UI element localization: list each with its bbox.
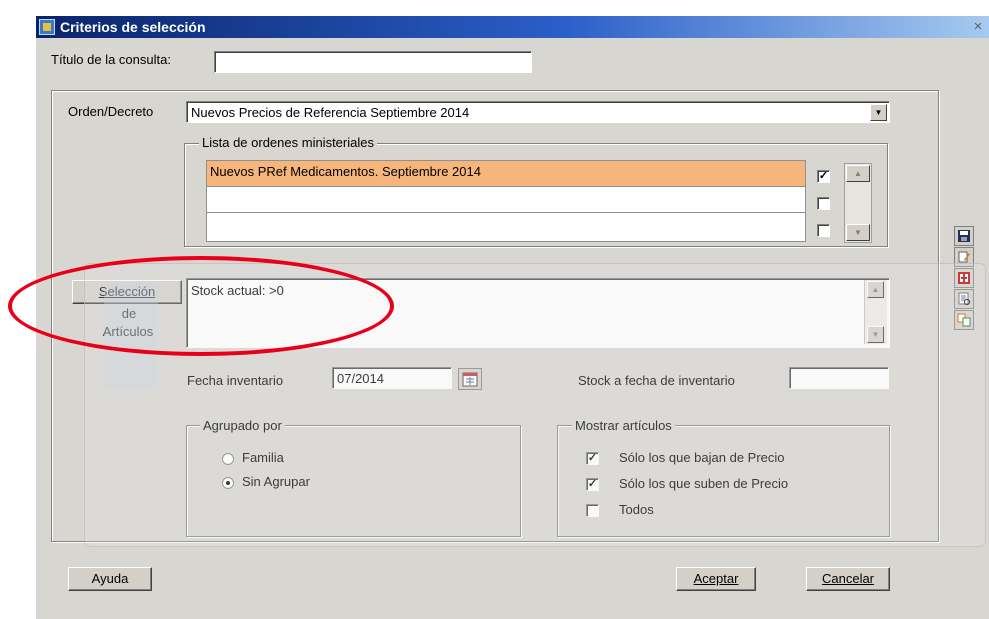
chevron-down-icon[interactable]: ▼ [870,104,887,121]
query-title-input[interactable] [214,51,532,73]
window-title: Criterios de selección [60,19,206,35]
orden-decreto-value: Nuevos Precios de Referencia Septiembre … [191,105,470,120]
orden-decreto-select[interactable]: Nuevos Precios de Referencia Septiembre … [186,101,890,123]
save-icon[interactable] [954,226,974,246]
help-button[interactable]: Ayuda [68,567,152,591]
accept-button[interactable]: Aceptar [676,567,756,591]
orden-row-checkbox-2[interactable] [817,197,830,210]
ordenes-scrollbar[interactable]: ▲ ▼ [844,163,872,243]
orden-row-checkbox-3[interactable] [817,224,830,237]
window-titlebar: Criterios de selección [36,16,989,38]
ordenes-group-legend: Lista de ordenes ministeriales [199,135,377,150]
orden-decreto-label: Orden/Decreto [68,104,154,119]
orden-row-checkbox-1[interactable]: ✓ [817,170,830,183]
ordenes-list: Nuevos PRef Medicamentos. Septiembre 201… [206,160,806,242]
query-title-label: Título de la consulta: [51,52,171,67]
scroll-up-icon[interactable]: ▲ [846,165,870,182]
cancel-button[interactable]: Cancelar [806,567,890,591]
list-item[interactable] [207,213,805,239]
scroll-down-icon[interactable]: ▼ [846,224,870,241]
app-icon [39,19,55,35]
list-item[interactable]: Nuevos PRef Medicamentos. Septiembre 201… [207,161,805,187]
list-item[interactable] [207,187,805,213]
close-icon[interactable]: × [969,18,987,36]
highlight-ellipse [8,256,394,356]
